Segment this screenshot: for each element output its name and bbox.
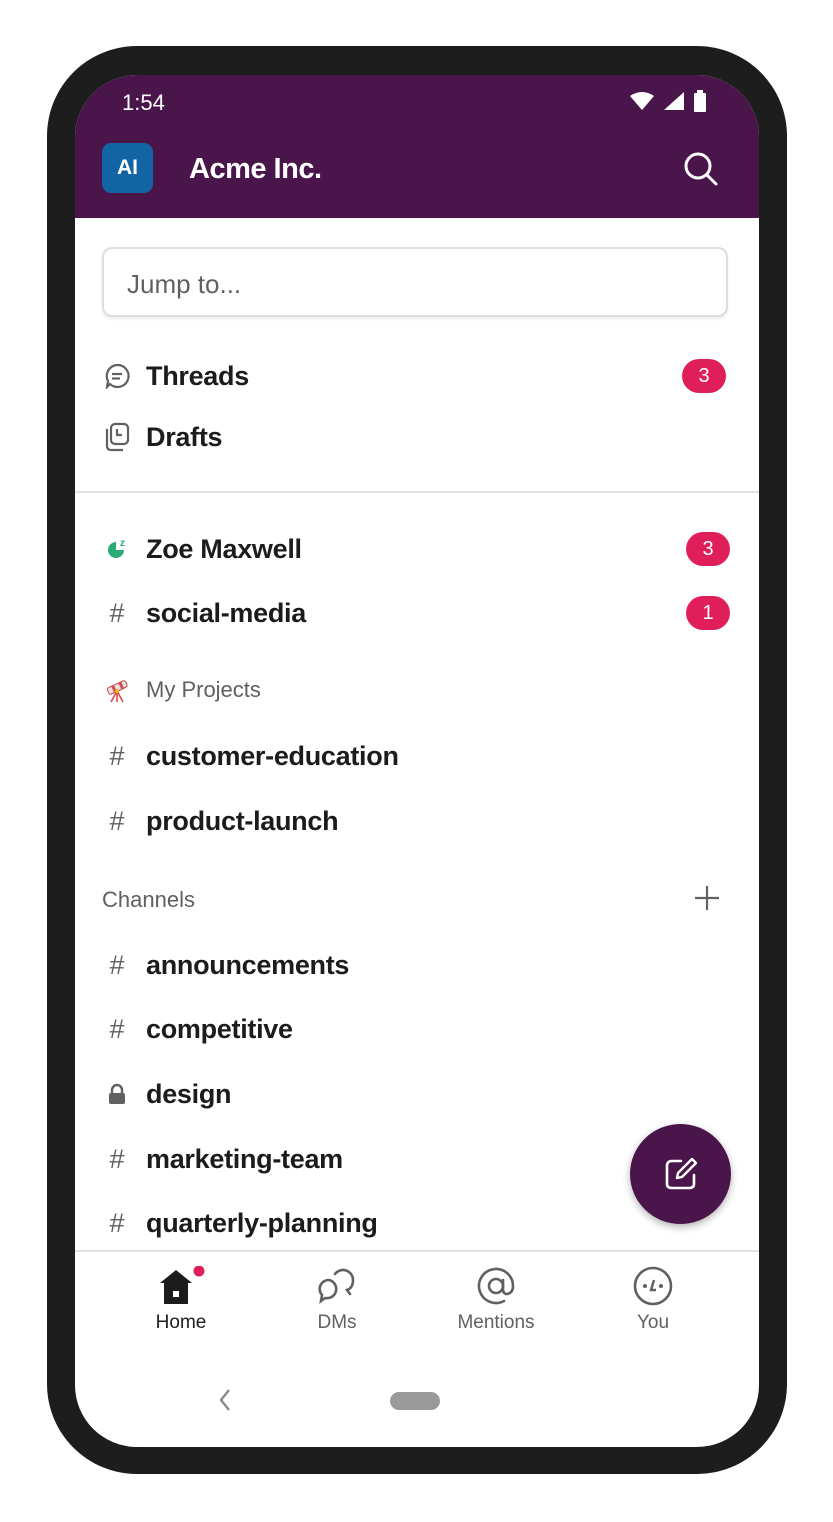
tab-you[interactable]: You <box>593 1266 713 1334</box>
tab-label: DMs <box>317 1312 357 1333</box>
workspace-name[interactable]: Acme Inc. <box>189 153 322 186</box>
hash-icon: # <box>109 949 125 980</box>
home-pill[interactable] <box>390 1392 440 1410</box>
tab-dms[interactable]: DMs <box>277 1266 397 1334</box>
channel-badge: 1 <box>686 596 730 630</box>
screen: 1:54 AI Acme Inc. Jump to... Threads 3 D… <box>75 75 759 1447</box>
hash-icon: # <box>109 740 125 771</box>
dm-badge: 3 <box>686 532 730 566</box>
telescope-emoji-icon <box>102 675 132 705</box>
dms-icon <box>318 1268 355 1304</box>
drafts-label: Drafts <box>146 421 223 452</box>
channel-label: competitive <box>146 1013 293 1044</box>
jump-to-input[interactable]: Jump to... <box>102 247 728 317</box>
channel-quarterly-planning[interactable]: # quarterly-planning <box>102 1198 732 1248</box>
channel-label: quarterly-planning <box>146 1207 378 1238</box>
signal-icon <box>664 92 684 110</box>
hash-icon: # <box>109 1143 125 1174</box>
channel-competitive[interactable]: # competitive <box>102 1004 732 1054</box>
status-time: 1:54 <box>122 90 165 115</box>
section-title: My Projects <box>146 677 261 702</box>
status-icons <box>629 90 707 112</box>
hash-icon: # <box>109 597 125 628</box>
back-icon[interactable] <box>215 1387 235 1413</box>
jump-to-placeholder: Jump to... <box>127 269 242 299</box>
workspace-avatar[interactable]: AI <box>102 143 153 193</box>
away-status-icon: z <box>102 534 132 564</box>
wifi-icon <box>630 92 654 110</box>
system-nav-bar <box>75 1365 759 1447</box>
dm-zoe-maxwell[interactable]: z Zoe Maxwell 3 <box>102 524 732 574</box>
tab-label: You <box>636 1312 670 1333</box>
bottom-tab-bar: Home DMs Mentions You <box>75 1250 759 1362</box>
channel-label: design <box>146 1078 232 1109</box>
home-icon <box>160 1266 205 1304</box>
tab-home[interactable]: Home <box>121 1266 241 1334</box>
channel-announcements[interactable]: # announcements <box>102 940 732 990</box>
search-icon[interactable] <box>683 151 719 187</box>
channel-design[interactable]: design <box>102 1069 732 1119</box>
hash-icon: # <box>109 1207 125 1238</box>
you-icon <box>633 1266 673 1306</box>
channel-label: product-launch <box>146 805 339 836</box>
threads-label: Threads <box>146 360 249 391</box>
section-divider <box>75 491 759 493</box>
hash-icon: # <box>109 1013 125 1044</box>
lock-icon <box>102 1079 132 1109</box>
threads-item[interactable]: Threads 3 <box>102 351 732 401</box>
compose-icon <box>665 1157 697 1190</box>
channel-label: social-media <box>146 597 306 628</box>
section-channels-title[interactable]: Channels <box>102 887 195 913</box>
dm-label: Zoe Maxwell <box>146 533 302 564</box>
compose-button[interactable] <box>630 1124 731 1224</box>
section-my-projects[interactable]: My Projects <box>102 665 732 715</box>
channel-label: announcements <box>146 949 350 980</box>
svg-text:z: z <box>120 538 125 549</box>
threads-badge: 3 <box>682 359 726 393</box>
drafts-icon <box>102 422 132 452</box>
tab-label: Mentions <box>457 1312 535 1333</box>
channel-social-media[interactable]: # social-media 1 <box>102 588 732 638</box>
top-bar: 1:54 AI Acme Inc. <box>75 75 759 218</box>
drafts-item[interactable]: Drafts <box>102 412 732 462</box>
channel-label: marketing-team <box>146 1143 343 1174</box>
channel-label: customer-education <box>146 740 399 771</box>
channel-product-launch[interactable]: # product-launch <box>102 796 732 846</box>
tab-label: Home <box>155 1312 207 1333</box>
battery-icon <box>694 90 706 112</box>
threads-icon <box>102 361 132 391</box>
home-notification-dot <box>193 1266 205 1277</box>
hash-icon: # <box>109 805 125 836</box>
mentions-icon <box>477 1267 515 1305</box>
channel-customer-education[interactable]: # customer-education <box>102 731 732 781</box>
plus-icon[interactable] <box>693 884 721 912</box>
tab-mentions[interactable]: Mentions <box>436 1266 556 1334</box>
